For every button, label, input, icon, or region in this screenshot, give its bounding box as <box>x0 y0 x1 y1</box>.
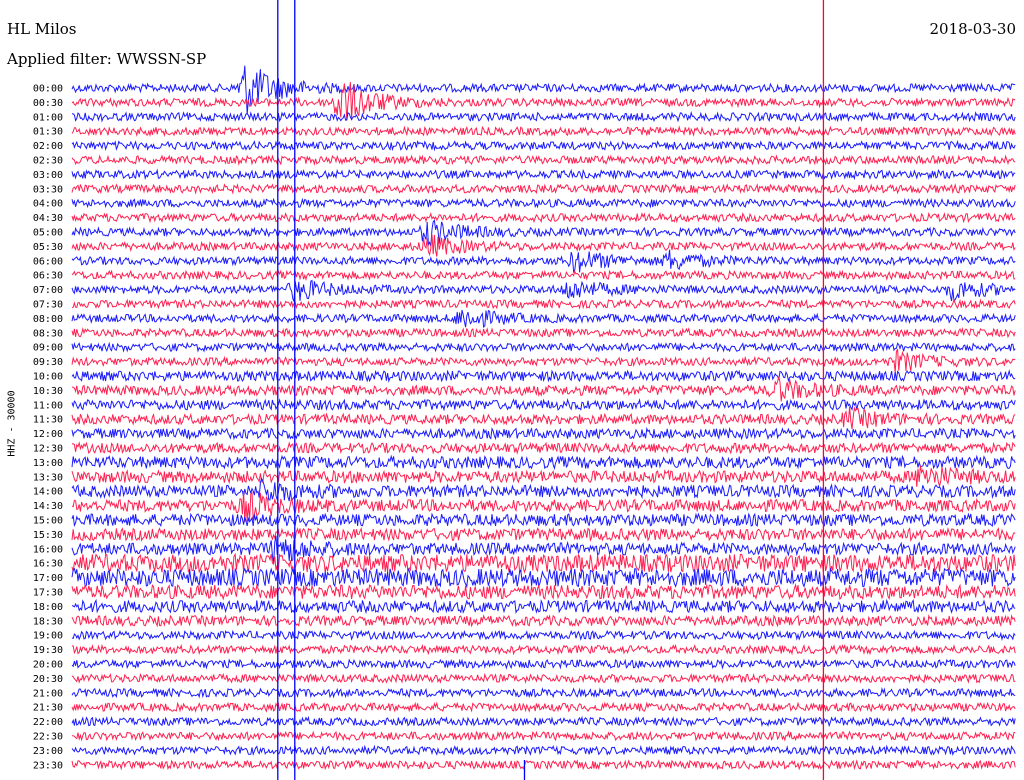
time-tick-label: 09:30 <box>33 357 63 368</box>
trace-row-22:30 <box>71 730 1016 742</box>
trace-row-04:30 <box>71 211 1016 224</box>
trace-row-01:30 <box>71 125 1016 138</box>
time-tick-label: 08:30 <box>33 328 63 339</box>
time-tick-label: 12:30 <box>33 444 63 455</box>
time-tick-label: 21:00 <box>33 688 63 699</box>
time-tick-label: 11:00 <box>33 400 63 411</box>
time-tick-label: 07:30 <box>33 300 63 311</box>
trace-row-06:00 <box>71 249 1016 274</box>
time-tick-label: 20:00 <box>33 660 63 671</box>
time-tick-label: 02:30 <box>33 156 63 167</box>
trace-row-02:00 <box>71 139 1016 152</box>
time-tick-label: 03:30 <box>33 184 63 195</box>
trace-row-20:30 <box>71 672 1016 684</box>
trace-row-12:30 <box>71 441 1016 455</box>
trace-row-15:30 <box>71 526 1016 543</box>
time-tick-label: 04:00 <box>33 199 63 210</box>
time-tick-label: 02:00 <box>33 141 63 152</box>
trace-row-04:00 <box>71 197 1016 209</box>
trace-row-03:00 <box>71 168 1016 181</box>
trace-row-14:00 <box>71 477 1016 502</box>
time-tick-label: 19:00 <box>33 631 63 642</box>
trace-row-22:00 <box>71 715 1016 728</box>
trace-row-02:30 <box>71 154 1016 166</box>
trace-row-07:00 <box>71 279 1016 304</box>
trace-row-09:00 <box>71 341 1016 353</box>
trace-row-10:00 <box>71 369 1016 383</box>
trace-row-05:00 <box>71 219 1016 247</box>
time-tick-label: 15:30 <box>33 530 63 541</box>
trace-row-20:00 <box>71 658 1016 670</box>
trace-row-23:00 <box>71 744 1016 757</box>
helicorder-plot: 00:00 00:30 01:00 01:30 02:00 02:30 03:00 03:30… <box>33 0 1016 780</box>
trace-row-08:00 <box>71 309 1016 329</box>
trace-row-12:00 <box>71 426 1016 441</box>
time-tick-label: 09:00 <box>33 343 63 354</box>
time-tick-label: 05:00 <box>33 228 63 239</box>
time-tick-label: 01:00 <box>33 112 63 123</box>
time-tick-label: 14:30 <box>33 501 63 512</box>
trace-row-13:30 <box>71 465 1016 488</box>
trace-row-17:00 <box>71 567 1016 589</box>
time-tick-label: 07:00 <box>33 285 63 296</box>
trace-group <box>71 65 1016 771</box>
time-tick-label: 10:00 <box>33 372 63 383</box>
time-tick-label: 01:30 <box>33 127 63 138</box>
trace-row-19:00 <box>71 629 1016 642</box>
trace-row-07:30 <box>71 298 1016 310</box>
trace-row-06:30 <box>71 269 1016 281</box>
time-tick-label: 21:30 <box>33 703 63 714</box>
time-tick-label: 05:30 <box>33 242 63 253</box>
time-tick-label: 12:00 <box>33 429 63 440</box>
trace-row-03:30 <box>71 183 1016 195</box>
trace-row-11:30 <box>71 406 1016 430</box>
time-tick-label: 13:30 <box>33 472 63 483</box>
time-tick-label: 17:30 <box>33 588 63 599</box>
trace-row-21:00 <box>71 686 1016 699</box>
time-tick-label: 17:00 <box>33 573 63 584</box>
time-tick-label: 06:00 <box>33 256 63 267</box>
time-tick-label: 11:30 <box>33 415 63 426</box>
trace-row-15:00 <box>71 512 1016 528</box>
time-tick-label: 00:30 <box>33 98 63 109</box>
time-tick-label: 22:00 <box>33 717 63 728</box>
trace-row-16:30 <box>71 552 1016 574</box>
trace-row-00:30 <box>71 82 1016 121</box>
time-tick-label: 23:30 <box>33 760 63 771</box>
time-tick-label: 16:30 <box>33 559 63 570</box>
time-tick-label: 13:00 <box>33 458 63 469</box>
time-tick-label: 18:30 <box>33 616 63 627</box>
time-tick-label: 00:00 <box>33 84 63 95</box>
time-tick-label: 08:00 <box>33 314 63 325</box>
time-tick-label: 20:30 <box>33 674 63 685</box>
time-tick-label: 10:30 <box>33 386 63 397</box>
time-tick-label: 19:30 <box>33 645 63 656</box>
time-tick-label: 18:00 <box>33 602 63 613</box>
time-tick-label: 16:00 <box>33 544 63 555</box>
time-tick-label: 22:30 <box>33 732 63 743</box>
time-tick-label: 23:00 <box>33 746 63 757</box>
trace-row-08:30 <box>71 326 1016 339</box>
trace-row-01:00 <box>71 110 1016 123</box>
trace-row-18:30 <box>71 614 1016 628</box>
trace-row-17:30 <box>71 583 1016 601</box>
trace-row-05:30 <box>71 234 1016 257</box>
trace-row-13:00 <box>71 454 1016 471</box>
tick-label-group: 00:00 00:30 01:00 01:30 02:00 02:30 03:00 03:30… <box>33 84 63 772</box>
time-tick-label: 14:00 <box>33 487 63 498</box>
time-tick-label: 06:30 <box>33 271 63 282</box>
time-tick-label: 15:00 <box>33 516 63 527</box>
trace-row-09:30 <box>71 348 1016 373</box>
time-tick-label: 03:00 <box>33 170 63 181</box>
trace-row-11:00 <box>71 398 1016 412</box>
time-tick-label: 04:30 <box>33 213 63 224</box>
trace-row-18:00 <box>71 598 1016 615</box>
trace-row-19:30 <box>71 643 1016 656</box>
trace-row-00:00 <box>71 65 1016 115</box>
trace-row-23:30 <box>71 759 1016 771</box>
trace-row-21:30 <box>71 701 1016 714</box>
